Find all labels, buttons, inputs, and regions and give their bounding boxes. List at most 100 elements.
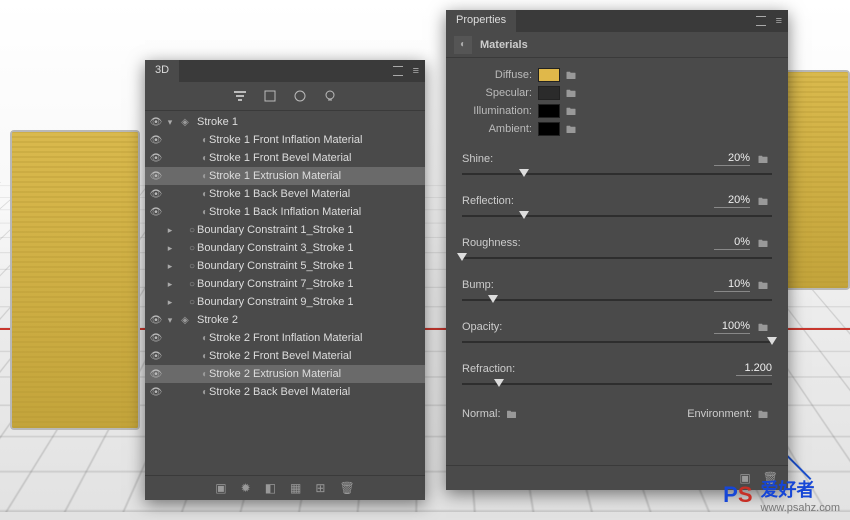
gold-letter bbox=[780, 70, 850, 290]
visibility-icon[interactable]: 👁 bbox=[149, 387, 163, 398]
slider-thumb[interactable] bbox=[494, 379, 504, 387]
color-swatch[interactable] bbox=[538, 68, 560, 82]
visibility-icon[interactable]: 👁 bbox=[149, 351, 163, 362]
expand-arrow-icon[interactable]: ▸ bbox=[163, 279, 177, 290]
visibility-icon[interactable]: 👁 bbox=[149, 117, 163, 128]
slider-value[interactable]: 0% bbox=[714, 236, 750, 250]
expand-arrow-icon[interactable]: ▸ bbox=[163, 261, 177, 272]
tree-row[interactable]: 👁◐Stroke 1 Extrusion Material bbox=[145, 167, 425, 185]
visibility-icon[interactable]: 👁 bbox=[149, 171, 163, 182]
bulb-icon[interactable]: ✹ bbox=[241, 481, 251, 495]
slider-track[interactable] bbox=[462, 252, 772, 264]
tree-row[interactable]: ▸○Boundary Constraint 9_Stroke 1 bbox=[145, 293, 425, 311]
folder-icon[interactable]: 🖿 bbox=[566, 123, 580, 135]
color-swatch[interactable] bbox=[538, 122, 560, 136]
folder-icon[interactable]: 🖿 bbox=[758, 153, 772, 165]
folder-icon[interactable]: 🖿 bbox=[758, 195, 772, 207]
tab-properties[interactable]: Properties bbox=[446, 10, 516, 32]
tree-row[interactable]: 👁◐Stroke 1 Back Bevel Material bbox=[145, 185, 425, 203]
expand-arrow-icon[interactable]: ▸ bbox=[163, 297, 177, 308]
tree-label: Stroke 1 bbox=[197, 116, 238, 128]
slider-value[interactable]: 1.200 bbox=[736, 362, 772, 376]
slider-value[interactable]: 100% bbox=[714, 320, 750, 334]
tree-row[interactable]: ▸○Boundary Constraint 7_Stroke 1 bbox=[145, 275, 425, 293]
expand-arrow-icon[interactable]: ▸ bbox=[163, 243, 177, 254]
visibility-icon[interactable]: 👁 bbox=[149, 207, 163, 218]
materials-title: Materials bbox=[480, 39, 528, 51]
collapse-icon[interactable] bbox=[393, 66, 403, 76]
visibility-icon[interactable]: 👁 bbox=[149, 153, 163, 164]
tree-row[interactable]: 👁 ◐ Stroke 1 Front Inflation Material bbox=[145, 131, 425, 149]
slider-group: Roughness: 0% 🖿 bbox=[462, 236, 772, 264]
slider-thumb[interactable] bbox=[767, 337, 777, 345]
constraint-icon: ○ bbox=[177, 277, 193, 291]
visibility-icon[interactable]: 👁 bbox=[149, 315, 163, 326]
visibility-icon[interactable]: 👁 bbox=[149, 333, 163, 344]
material-icon[interactable] bbox=[292, 88, 308, 104]
expand-arrow-icon[interactable]: ▾ bbox=[163, 117, 177, 128]
folder-icon[interactable]: 🖿 bbox=[566, 87, 580, 99]
visibility-icon[interactable]: 👁 bbox=[149, 135, 163, 146]
slider-track[interactable] bbox=[462, 294, 772, 306]
panel-menu-icon[interactable]: ≡ bbox=[770, 15, 788, 27]
tree-row[interactable]: 👁◐Stroke 1 Back Inflation Material bbox=[145, 203, 425, 221]
expand-arrow-icon[interactable]: ▸ bbox=[163, 225, 177, 236]
material-icon: ◐ bbox=[177, 133, 205, 147]
tree-row[interactable]: 👁◐Stroke 2 Front Inflation Material bbox=[145, 329, 425, 347]
folder-icon[interactable]: 🖿 bbox=[507, 408, 521, 420]
slider-track[interactable] bbox=[462, 210, 772, 222]
folder-icon[interactable]: 🖿 bbox=[758, 279, 772, 291]
slider-track[interactable] bbox=[462, 168, 772, 180]
tree-label: Boundary Constraint 1_Stroke 1 bbox=[197, 224, 354, 236]
slider-thumb[interactable] bbox=[457, 253, 467, 261]
tree-label: Stroke 1 Front Inflation Material bbox=[209, 134, 362, 146]
slider-group: Reflection: 20% 🖿 bbox=[462, 194, 772, 222]
expand-arrow-icon[interactable]: ▾ bbox=[163, 315, 177, 326]
tree-row[interactable]: ▸○Boundary Constraint 5_Stroke 1 bbox=[145, 257, 425, 275]
slider-value[interactable]: 10% bbox=[714, 278, 750, 292]
slider-thumb[interactable] bbox=[519, 211, 529, 219]
camera-icon[interactable]: ◧ bbox=[265, 481, 276, 495]
picture-icon[interactable]: ▣ bbox=[215, 481, 226, 495]
tree-row[interactable]: 👁◐Stroke 2 Back Bevel Material bbox=[145, 383, 425, 401]
tree-row[interactable]: 👁◐Stroke 2 Front Bevel Material bbox=[145, 347, 425, 365]
slider-track[interactable] bbox=[462, 378, 772, 390]
folder-icon[interactable]: 🖿 bbox=[566, 69, 580, 81]
layer-tree[interactable]: 👁▾◈Stroke 1👁◐Stroke 1 Front Inflation Ma… bbox=[145, 111, 425, 475]
slider-group: Shine: 20% 🖿 bbox=[462, 152, 772, 180]
tab-3d[interactable]: 3D bbox=[145, 60, 179, 82]
folder-icon[interactable]: 🖿 bbox=[758, 237, 772, 249]
color-swatch[interactable] bbox=[538, 104, 560, 118]
visibility-icon[interactable]: 👁 bbox=[149, 369, 163, 380]
slider-label: Opacity: bbox=[462, 321, 502, 333]
folder-icon[interactable]: 🖿 bbox=[758, 408, 772, 420]
bulb-icon[interactable] bbox=[322, 88, 338, 104]
tree-row[interactable]: 👁◐Stroke 2 Extrusion Material bbox=[145, 365, 425, 383]
normal-label: Normal: bbox=[462, 408, 501, 420]
sliders-section: Shine: 20% 🖿 Reflection: 20% 🖿 bbox=[462, 152, 772, 390]
tree-row[interactable]: ▸○Boundary Constraint 1_Stroke 1 bbox=[145, 221, 425, 239]
new-icon[interactable]: ⊞ bbox=[315, 481, 325, 495]
color-swatch[interactable] bbox=[538, 86, 560, 100]
collapse-icon[interactable] bbox=[756, 16, 766, 26]
tree-row[interactable]: 👁▾◈Stroke 1 bbox=[145, 113, 425, 131]
tree-row[interactable]: 👁▾◈Stroke 2 bbox=[145, 311, 425, 329]
watermark-url: www.psahz.com bbox=[761, 502, 840, 514]
tree-row[interactable]: ▸○Boundary Constraint 3_Stroke 1 bbox=[145, 239, 425, 257]
mesh-icon[interactable] bbox=[262, 88, 278, 104]
panel-menu-icon[interactable]: ≡ bbox=[407, 65, 425, 77]
folder-icon[interactable]: 🖿 bbox=[758, 321, 772, 333]
slider-value[interactable]: 20% bbox=[714, 194, 750, 208]
filter-icon[interactable] bbox=[232, 88, 248, 104]
panel-tab-bar: 3D ≡ bbox=[145, 60, 425, 82]
slider-label: Reflection: bbox=[462, 195, 514, 207]
render-icon[interactable]: ▦ bbox=[290, 481, 301, 495]
folder-icon[interactable]: 🖿 bbox=[566, 105, 580, 117]
slider-value[interactable]: 20% bbox=[714, 152, 750, 166]
trash-icon[interactable]: 🗑 bbox=[339, 481, 354, 495]
visibility-icon[interactable]: 👁 bbox=[149, 189, 163, 200]
slider-thumb[interactable] bbox=[519, 169, 529, 177]
slider-track[interactable] bbox=[462, 336, 772, 348]
tree-row[interactable]: 👁◐Stroke 1 Front Bevel Material bbox=[145, 149, 425, 167]
slider-thumb[interactable] bbox=[488, 295, 498, 303]
